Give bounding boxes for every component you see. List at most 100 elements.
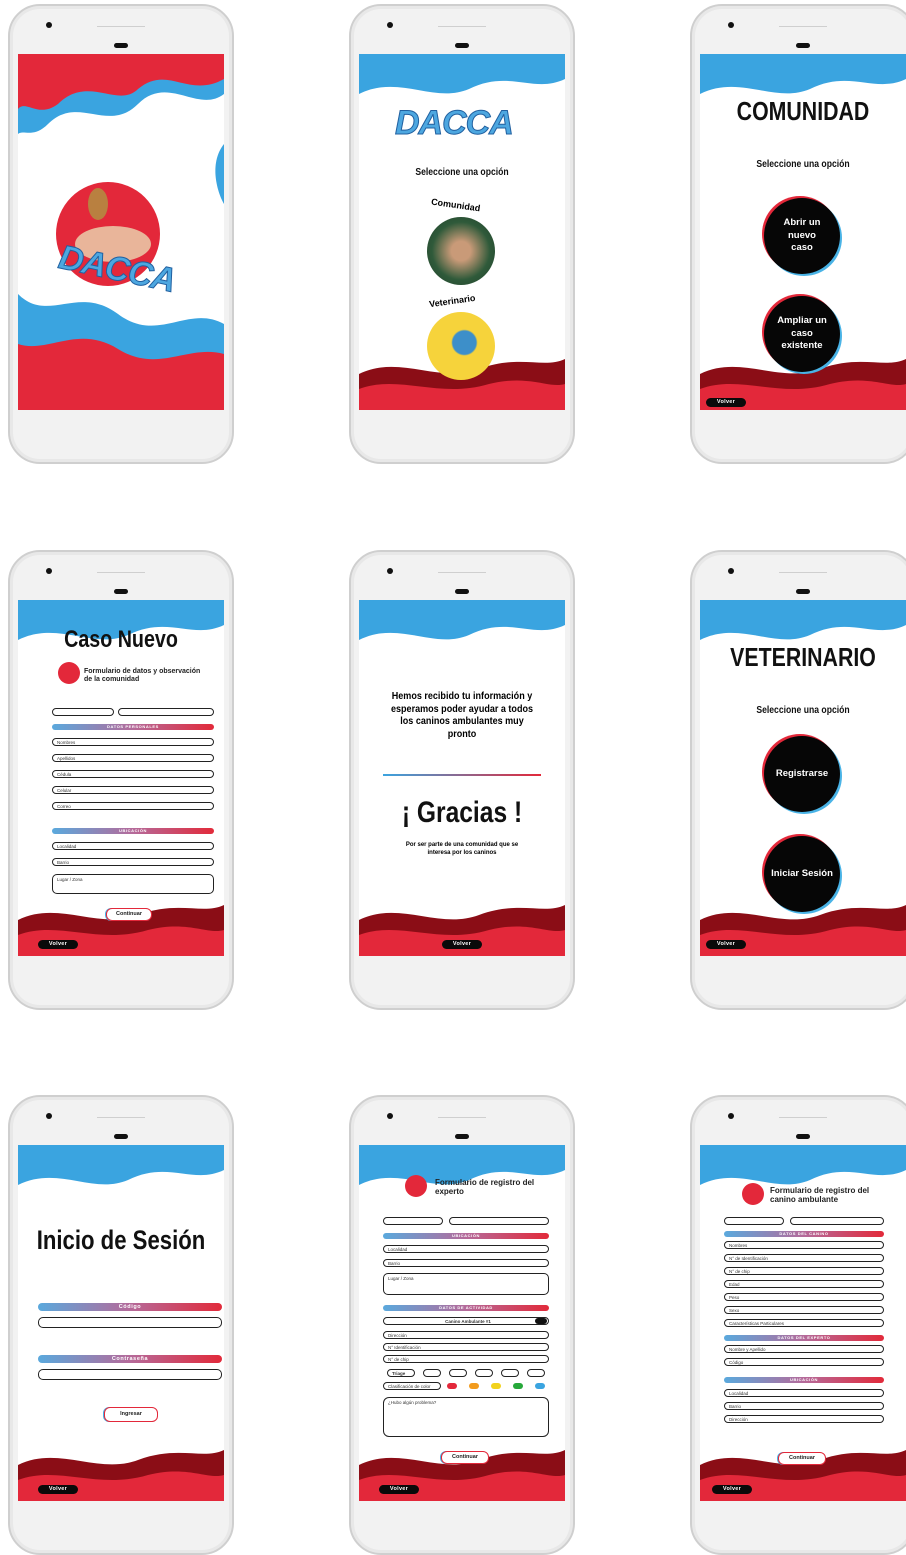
screen-splash: DACCA bbox=[18, 54, 224, 410]
register-button[interactable]: Registrarse bbox=[764, 736, 840, 812]
field-correo[interactable]: Correo bbox=[52, 802, 214, 810]
add-canine-icon[interactable] bbox=[535, 1318, 547, 1324]
camera bbox=[728, 1113, 734, 1119]
section-location-header: UBICACIÓN bbox=[383, 1233, 549, 1239]
triage-option-3[interactable] bbox=[475, 1369, 493, 1377]
notes-textarea[interactable]: ¿Hubo algún problema? bbox=[383, 1397, 549, 1437]
code-input[interactable] bbox=[38, 1317, 222, 1328]
expert-form-title: Formulario de registro del experto bbox=[435, 1178, 535, 1196]
phone-vet: VETERINARIO Seleccione una opción Regist… bbox=[690, 550, 906, 1010]
camera bbox=[728, 22, 734, 28]
login-button[interactable]: Iniciar Sesión bbox=[764, 836, 840, 912]
field-identificacion[interactable]: N° de Identificación bbox=[724, 1254, 884, 1262]
field-barrio[interactable]: Barrio bbox=[724, 1402, 884, 1410]
triage-option-4[interactable] bbox=[501, 1369, 519, 1377]
back-button[interactable]: Volver bbox=[706, 940, 746, 949]
field-direccion[interactable]: Dirección bbox=[724, 1415, 884, 1423]
field-localidad[interactable]: Localidad bbox=[52, 842, 214, 850]
sensor bbox=[97, 26, 145, 27]
back-button[interactable]: Volver bbox=[38, 940, 78, 949]
community-option-image[interactable] bbox=[427, 217, 495, 285]
sensor bbox=[779, 572, 827, 573]
screen-canine-form: Formulario de registro del canino ambula… bbox=[700, 1145, 906, 1501]
field-nombres[interactable]: Nombres bbox=[724, 1241, 884, 1249]
back-button[interactable]: Volver bbox=[38, 1485, 78, 1494]
vet-subtitle: Seleccione una opción bbox=[756, 704, 850, 716]
back-button[interactable]: Volver bbox=[706, 398, 746, 407]
back-button[interactable]: Volver bbox=[712, 1485, 752, 1494]
time-field[interactable] bbox=[790, 1217, 884, 1225]
section-activity-header: DATOS DE ACTIVIDAD bbox=[383, 1305, 549, 1311]
field-direccion[interactable]: Dirección bbox=[383, 1331, 549, 1339]
back-button[interactable]: Volver bbox=[379, 1485, 419, 1494]
splash-waves bbox=[18, 54, 224, 410]
field-codigo[interactable]: Código bbox=[724, 1358, 884, 1366]
classification-label: Clasificación de color bbox=[383, 1382, 441, 1390]
field-caracteristicas[interactable]: Características Particulares bbox=[724, 1319, 884, 1327]
triage-option-1[interactable] bbox=[423, 1369, 441, 1377]
color-green-option[interactable] bbox=[513, 1383, 523, 1389]
community-subtitle: Seleccione una opción bbox=[756, 158, 850, 170]
back-button[interactable]: Volver bbox=[442, 940, 482, 949]
field-barrio[interactable]: Barrio bbox=[52, 858, 214, 866]
header-footer-waves bbox=[359, 600, 565, 956]
screen-thanks: Hemos recibido tu información y esperamo… bbox=[359, 600, 565, 956]
speaker bbox=[796, 589, 810, 594]
field-apellidos[interactable]: Apellidos bbox=[52, 754, 214, 762]
field-edad[interactable]: Edad bbox=[724, 1280, 884, 1288]
thanks-title: ¡ Gracias ! bbox=[401, 796, 523, 829]
continue-button[interactable]: Continuar bbox=[106, 908, 152, 921]
dacca-logo-icon bbox=[405, 1175, 427, 1197]
speaker bbox=[114, 589, 128, 594]
triage-label: Triage bbox=[387, 1369, 415, 1377]
date-field[interactable] bbox=[724, 1217, 784, 1225]
camera bbox=[46, 1113, 52, 1119]
continue-button[interactable]: Continuar bbox=[778, 1452, 826, 1465]
home-logo: DACCA bbox=[395, 104, 515, 143]
continue-button[interactable]: Continuar bbox=[441, 1451, 489, 1464]
field-celular[interactable]: Celular bbox=[52, 786, 214, 794]
phone-login: Inicio de Sesión Código Contraseña Ingre… bbox=[8, 1095, 234, 1555]
extend-case-button[interactable]: Ampliar un caso existente bbox=[764, 296, 840, 372]
sensor bbox=[779, 26, 827, 27]
field-chip[interactable]: N° de chip bbox=[724, 1267, 884, 1275]
field-sexo[interactable]: Sexo bbox=[724, 1306, 884, 1314]
thanks-subtitle: Por ser parte de una comunidad que se in… bbox=[405, 842, 519, 856]
field-nombre-apellido[interactable]: Nombre y Apellido bbox=[724, 1345, 884, 1353]
date-field[interactable] bbox=[383, 1217, 443, 1225]
phone-canine-form: Formulario de registro del canino ambula… bbox=[690, 1095, 906, 1555]
color-blue-option[interactable] bbox=[535, 1383, 545, 1389]
field-nombres[interactable]: Nombres bbox=[52, 738, 214, 746]
triage-option-2[interactable] bbox=[449, 1369, 467, 1377]
phone-new-case: Caso Nuevo Formulario de datos y observa… bbox=[8, 550, 234, 1010]
field-cedula[interactable]: Cédula bbox=[52, 770, 214, 778]
field-lugar[interactable]: Lugar / Zona bbox=[383, 1273, 549, 1295]
sensor bbox=[438, 1117, 486, 1118]
phone-splash: DACCA bbox=[8, 4, 234, 464]
field-chip[interactable]: N° de chip bbox=[383, 1355, 549, 1363]
new-case-button[interactable]: Abrir un nuevo caso bbox=[764, 198, 840, 274]
triage-option-5[interactable] bbox=[527, 1369, 545, 1377]
section-expert-header: DATOS DEL EXPERTO bbox=[724, 1335, 884, 1341]
time-field[interactable] bbox=[118, 708, 214, 716]
color-yellow-option[interactable] bbox=[491, 1383, 501, 1389]
vet-option-image[interactable] bbox=[427, 312, 495, 380]
code-label: Código bbox=[38, 1303, 222, 1311]
color-orange-option[interactable] bbox=[469, 1383, 479, 1389]
field-localidad[interactable]: Localidad bbox=[724, 1389, 884, 1397]
field-identificacion[interactable]: N° Identificación bbox=[383, 1343, 549, 1351]
camera bbox=[46, 22, 52, 28]
time-field[interactable] bbox=[449, 1217, 549, 1225]
canine-select[interactable]: Canino Ambulante #1 bbox=[383, 1317, 549, 1325]
screen-vet: VETERINARIO Seleccione una opción Regist… bbox=[700, 600, 906, 956]
color-red-option[interactable] bbox=[447, 1383, 457, 1389]
password-input[interactable] bbox=[38, 1369, 222, 1380]
field-peso[interactable]: Peso bbox=[724, 1293, 884, 1301]
screen-community: COMUNIDAD Seleccione una opción Abrir un… bbox=[700, 54, 906, 410]
field-barrio[interactable]: Barrio bbox=[383, 1259, 549, 1267]
field-localidad[interactable]: Localidad bbox=[383, 1245, 549, 1253]
section-canine-header: DATOS DEL CANINO bbox=[724, 1231, 884, 1237]
date-field[interactable] bbox=[52, 708, 114, 716]
submit-button[interactable]: Ingresar bbox=[104, 1407, 158, 1422]
field-lugar[interactable]: Lugar / Zona bbox=[52, 874, 214, 894]
